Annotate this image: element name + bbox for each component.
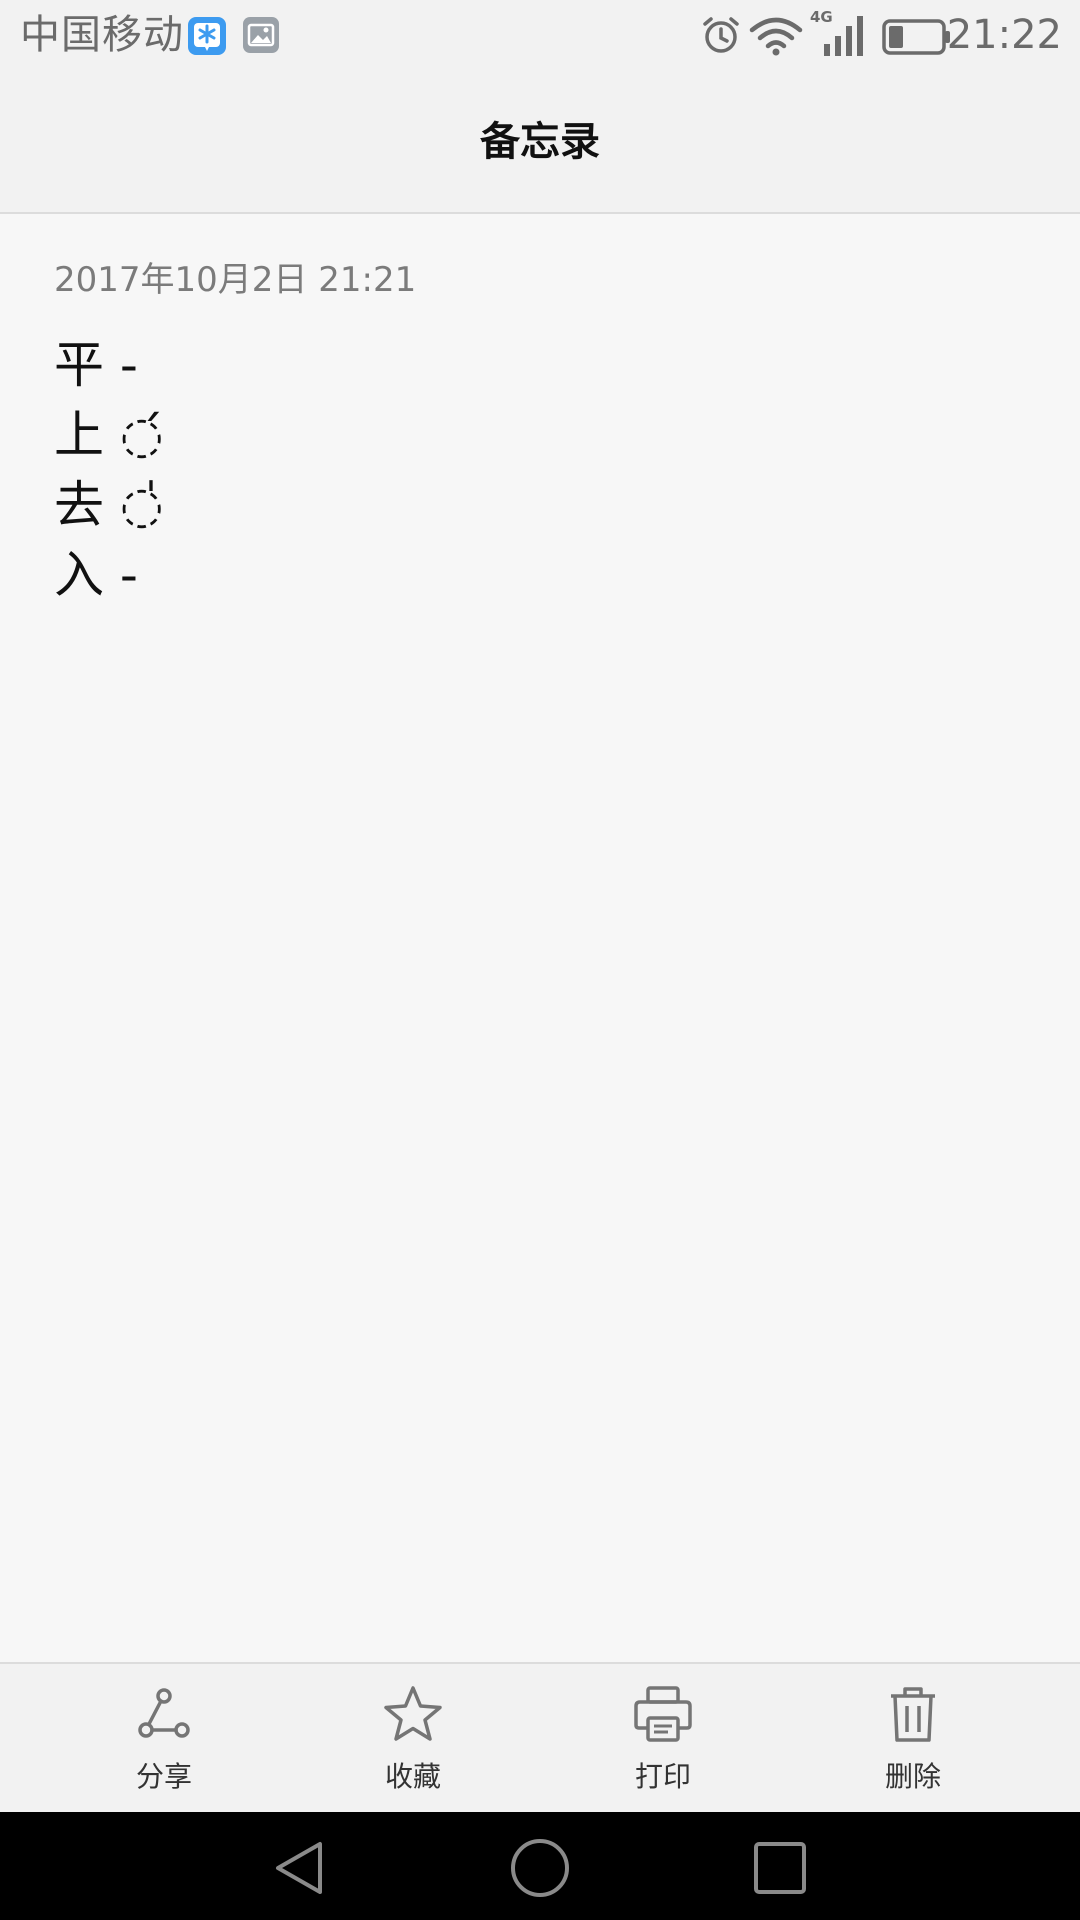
note-action-bar: 分享 收藏 打印 删除	[0, 1662, 1080, 1812]
recents-square-icon[interactable]	[748, 1836, 812, 1900]
wifi-icon	[749, 17, 803, 56]
delete-label: 删除	[884, 1760, 941, 1793]
status-bar: 中国移动 4G 21:22	[0, 0, 1080, 70]
cellular-signal-icon: 4G	[810, 8, 863, 56]
share-button[interactable]: 分享	[54, 1664, 274, 1812]
note-line: 入 -	[54, 546, 138, 604]
home-circle-icon[interactable]	[508, 1836, 572, 1900]
share-icon	[138, 1688, 190, 1738]
print-button[interactable]: 打印	[553, 1664, 773, 1812]
note-body[interactable]: 平 - 上 ◌́ 去 ◌̍ 入 -	[54, 330, 164, 610]
page-title: 备忘录	[480, 119, 600, 165]
qq-notification-icon	[188, 17, 226, 55]
back-triangle-icon[interactable]	[268, 1836, 332, 1900]
note-date: 2017年10月2日 21:21	[54, 260, 417, 300]
battery-icon	[882, 19, 950, 55]
favorite-label: 收藏	[384, 1760, 441, 1793]
delete-button[interactable]: 删除	[803, 1664, 1023, 1812]
note-line: 平 -	[54, 336, 138, 394]
system-nav-bar	[0, 1812, 1080, 1920]
alarm-icon	[703, 17, 739, 53]
carrier-name: 中国移动	[20, 12, 184, 58]
note-line: 去 ◌̍	[54, 476, 164, 534]
trash-icon	[891, 1687, 935, 1742]
title-bar: 备忘录	[0, 70, 1080, 214]
star-icon	[384, 1686, 442, 1741]
status-clock: 21:22	[946, 12, 1062, 58]
favorite-button[interactable]: 收藏	[303, 1664, 523, 1812]
note-line: 上 ◌́	[54, 406, 164, 464]
gallery-notification-icon	[243, 17, 279, 53]
network-type-label: 4G	[810, 8, 833, 26]
share-label: 分享	[135, 1760, 192, 1793]
printer-icon	[634, 1686, 692, 1742]
print-label: 打印	[634, 1760, 691, 1793]
note-content-area[interactable]: 2017年10月2日 21:21 平 - 上 ◌́ 去 ◌̍ 入 -	[0, 214, 1080, 1662]
